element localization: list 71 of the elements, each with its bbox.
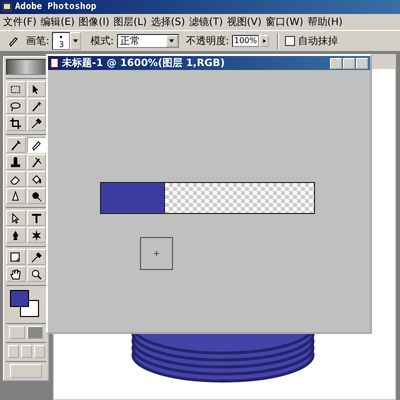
magic-wand-icon [30,100,42,112]
tool-button[interactable] [26,188,46,204]
checkbox[interactable] [285,36,295,46]
arrow-pointer-icon [10,212,22,224]
brush-picker[interactable]: 3 [52,32,70,50]
caret-icon [169,39,174,43]
tool-button[interactable] [26,98,46,114]
eyedropper-icon [30,252,42,262]
opacity-field[interactable]: 100% [232,35,259,47]
menu-item[interactable]: 帮助(H) [306,15,344,29]
mode-label: 模式: [90,34,114,48]
tool-button[interactable] [26,81,46,97]
app-icon [2,2,12,12]
pencil-icon [30,140,42,150]
dropdown-button[interactable] [70,32,82,50]
opacity-label: 不透明度: [186,34,230,48]
caret-icon [73,39,78,43]
type-icon [30,212,42,224]
hand-icon [10,268,22,280]
minimize-button[interactable] [330,58,342,68]
menu-item[interactable]: 图层(L) [112,15,148,29]
crop-icon [10,118,22,128]
tool-button[interactable] [26,154,46,170]
bucket-icon [30,174,42,184]
menu-item[interactable]: 滤镜(T) [188,15,224,29]
tool-button[interactable] [6,115,26,131]
tool-button[interactable] [26,227,46,243]
slider-button[interactable] [259,35,269,47]
tool-button[interactable] [6,188,26,204]
zoom-icon [30,268,42,280]
document-icon [50,58,59,68]
tool-button[interactable] [6,210,26,226]
eraser-icon [10,174,22,184]
tool-button[interactable] [26,210,46,226]
menu-item[interactable]: 编辑(E) [40,15,76,29]
auto-erase-label: 自动抹掉 [298,34,338,48]
close-button[interactable] [356,58,368,68]
brush-cursor-icon [140,237,173,270]
tool-button[interactable] [6,98,26,114]
notes-icon [10,252,22,262]
tool-button[interactable] [26,266,46,282]
tool-button[interactable] [6,137,26,153]
quick-mask-button[interactable] [27,326,43,339]
tool-button[interactable] [26,137,46,153]
brush-label: 画笔: [26,35,50,48]
menu-item[interactable]: 选择(S) [150,15,186,29]
menu-item[interactable]: 窗口(W) [264,15,304,29]
triangle-icon [262,39,266,43]
tool-button[interactable] [6,154,26,170]
eyedropper-icon [30,118,42,128]
maximize-button[interactable] [343,58,355,68]
tool-button[interactable] [26,115,46,131]
lasso-icon [10,100,22,112]
app-title: Adobe Photoshop [15,2,96,12]
menu-item[interactable]: 文件(F) [2,15,38,29]
tool-button[interactable] [6,249,26,265]
color-swatches-icon[interactable] [10,290,40,318]
tool-button[interactable] [6,227,26,243]
tool-button[interactable] [26,249,46,265]
tool-button[interactable] [6,81,26,97]
menu-item[interactable]: 图像(I) [78,15,110,29]
tool-button[interactable] [26,171,46,187]
tool-button[interactable] [6,266,26,282]
mode-select[interactable]: 正常 [116,34,179,48]
tool-button[interactable] [6,171,26,187]
document-title: 未标题-1 @ 1600%(图层 1,RGB) [62,56,226,70]
stamp-icon [10,156,22,168]
menu-item[interactable]: 视图(V) [226,15,263,29]
burst-icon [30,230,42,240]
marquee-icon [10,84,22,94]
pencil-icon[interactable] [8,36,19,46]
